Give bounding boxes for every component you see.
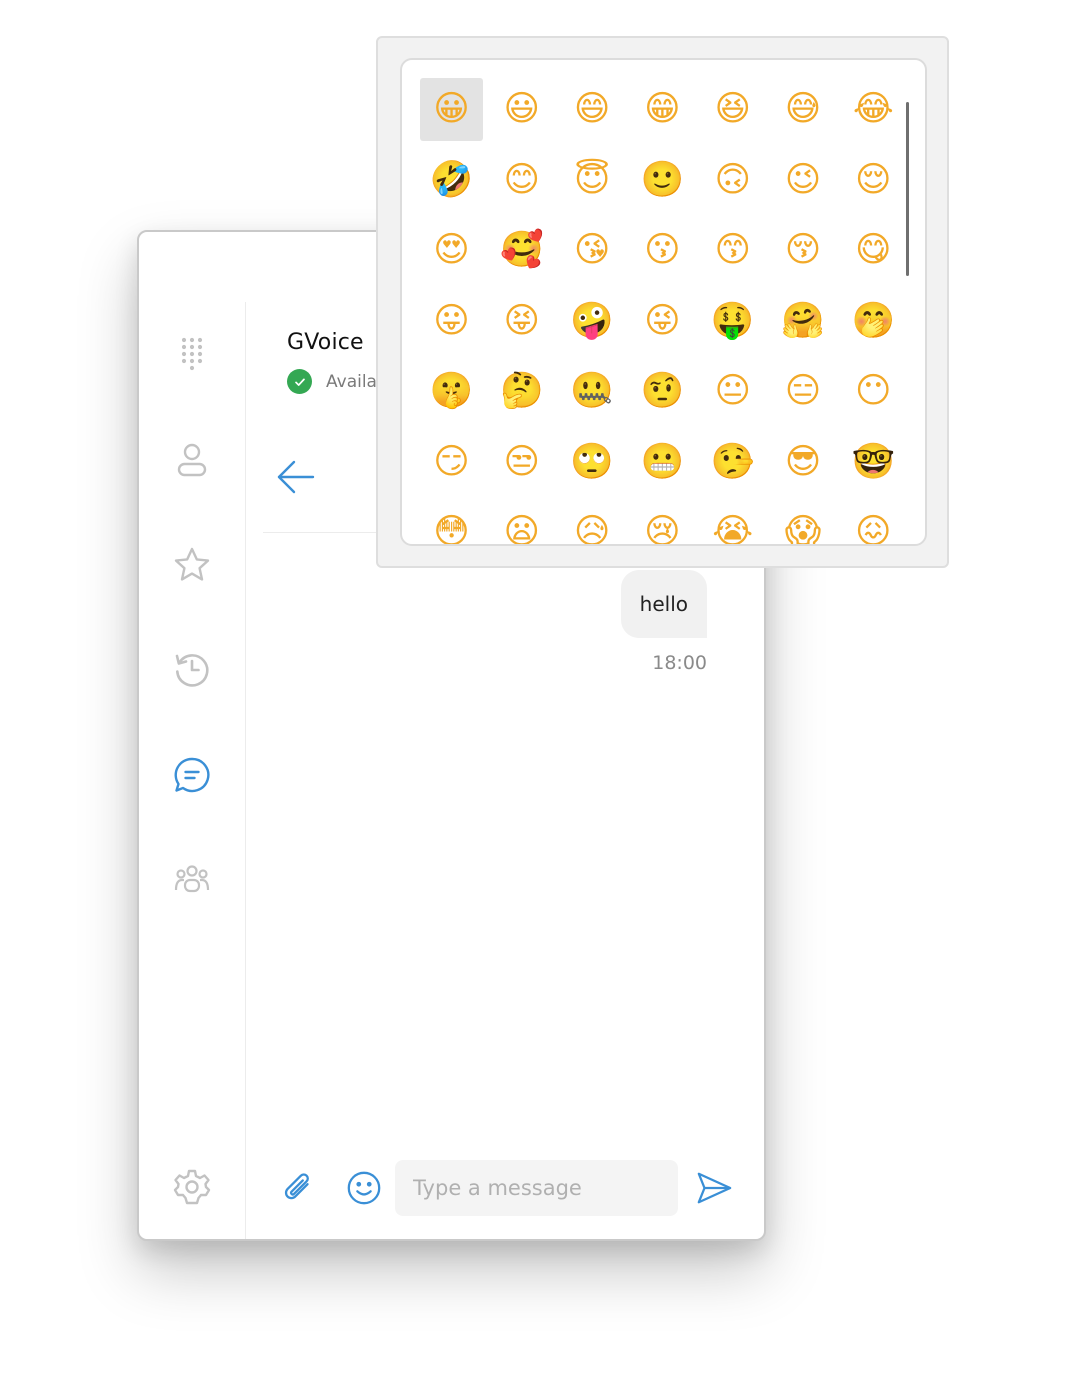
emoji-cell[interactable]: 😜 [631, 290, 694, 353]
sidebar-divider [245, 302, 246, 1239]
emoji-cell[interactable]: 😝 [490, 290, 553, 353]
emoji-cell[interactable]: 🤫 [420, 360, 483, 423]
emoji-picker-panel: 😀 😃 😄 😁 😆 😅 😂 🤣 😊 😇 🙂 🙃 😉 😌 😍 🥰 😘 😗 😙 😚 😋 😛 😝 🤪 😜 🤑 🤗 🤭 🤫 🤔 🤐 🤨 😐 😑 😶 😏 😒 🙄 😬 🤥… [400, 58, 927, 546]
emoji-icon[interactable] [344, 1168, 384, 1208]
star-icon[interactable] [172, 545, 212, 585]
emoji-cell[interactable]: 😢 [631, 501, 694, 545]
emoji-cell[interactable]: 😖 [842, 501, 905, 545]
paperclip-icon[interactable] [279, 1168, 319, 1208]
emoji-cell[interactable]: 😦 [490, 501, 553, 545]
emoji-cell[interactable]: 🤨 [631, 360, 694, 423]
contact-icon[interactable] [172, 440, 212, 480]
emoji-cell[interactable]: 🤣 [420, 149, 483, 212]
emoji-cell[interactable]: 🤭 [842, 290, 905, 353]
history-icon[interactable] [172, 649, 212, 689]
emoji-cell[interactable]: 😄 [561, 78, 624, 141]
back-arrow-icon[interactable] [275, 457, 317, 497]
emoji-cell[interactable]: 😍 [420, 219, 483, 282]
emoji-cell[interactable]: 😳 [420, 501, 483, 545]
message-bubble: hello [620, 570, 707, 638]
contact-status: Availa [287, 369, 377, 394]
emoji-grid: 😀 😃 😄 😁 😆 😅 😂 🤣 😊 😇 🙂 🙃 😉 😌 😍 🥰 😘 😗 😙 😚 😋 😛 😝 🤪 😜 🤑 🤗 🤭 🤫 🤔 🤐 🤨 😐 😑 😶 😏 😒 🙄 😬 🤥… [420, 78, 905, 545]
emoji-cell[interactable]: 😎 [771, 431, 834, 494]
emoji-cell[interactable]: 😶 [842, 360, 905, 423]
emoji-cell[interactable]: 😘 [561, 219, 624, 282]
emoji-cell[interactable]: 🤗 [771, 290, 834, 353]
emoji-cell[interactable]: 😅 [771, 78, 834, 141]
emoji-cell[interactable]: 😃 [490, 78, 553, 141]
emoji-cell[interactable]: 😑 [771, 360, 834, 423]
emoji-cell[interactable]: 😏 [420, 431, 483, 494]
emoji-cell[interactable]: 😒 [490, 431, 553, 494]
emoji-cell[interactable]: 😂 [842, 78, 905, 141]
emoji-cell[interactable]: 😱 [771, 501, 834, 545]
emoji-cell[interactable]: 😁 [631, 78, 694, 141]
emoji-cell[interactable]: 😊 [490, 149, 553, 212]
emoji-cell[interactable]: 🤑 [701, 290, 764, 353]
emoji-cell[interactable]: 🙄 [561, 431, 624, 494]
emoji-cell[interactable]: 😙 [701, 219, 764, 282]
status-text: Availa [326, 371, 377, 392]
emoji-cell[interactable]: 🤐 [561, 360, 624, 423]
chat-icon[interactable] [172, 755, 212, 795]
emoji-cell[interactable]: 😋 [842, 219, 905, 282]
emoji-cell[interactable]: 😭 [701, 501, 764, 545]
emoji-cell[interactable]: 🙂 [631, 149, 694, 212]
emoji-cell[interactable]: 🤓 [842, 431, 905, 494]
emoji-scrollbar[interactable] [906, 102, 909, 276]
check-icon [287, 369, 312, 394]
emoji-cell[interactable]: 🙃 [701, 149, 764, 212]
emoji-picker: 😀 😃 😄 😁 😆 😅 😂 🤣 😊 😇 🙂 🙃 😉 😌 😍 🥰 😘 😗 😙 😚 😋 😛 😝 🤪 😜 🤑 🤗 🤭 🤫 🤔 🤐 🤨 😐 😑 😶 😏 😒 🙄 😬 🤥… [376, 36, 949, 568]
contact-name: GVoice [287, 330, 364, 355]
emoji-cell[interactable]: 🤥 [701, 431, 764, 494]
gear-icon[interactable] [172, 1167, 212, 1207]
emoji-cell[interactable]: 😌 [842, 149, 905, 212]
emoji-cell[interactable]: 😐 [701, 360, 764, 423]
emoji-cell[interactable]: 😗 [631, 219, 694, 282]
emoji-cell[interactable]: 😬 [631, 431, 694, 494]
emoji-cell[interactable]: 😇 [561, 149, 624, 212]
emoji-cell[interactable]: 😆 [701, 78, 764, 141]
message-input[interactable] [395, 1160, 678, 1216]
emoji-cell[interactable]: 😀 [420, 78, 483, 141]
sidebar [139, 232, 245, 1239]
emoji-cell[interactable]: 😚 [771, 219, 834, 282]
emoji-cell[interactable]: 😉 [771, 149, 834, 212]
emoji-cell[interactable]: 🤔 [490, 360, 553, 423]
group-icon[interactable] [172, 859, 212, 899]
emoji-cell[interactable]: 🥰 [490, 219, 553, 282]
send-icon[interactable] [694, 1168, 734, 1208]
message-timestamp: 18:00 [652, 652, 707, 674]
emoji-cell[interactable]: 😥 [561, 501, 624, 545]
emoji-cell[interactable]: 😛 [420, 290, 483, 353]
dialpad-icon[interactable] [172, 332, 212, 372]
emoji-cell[interactable]: 🤪 [561, 290, 624, 353]
